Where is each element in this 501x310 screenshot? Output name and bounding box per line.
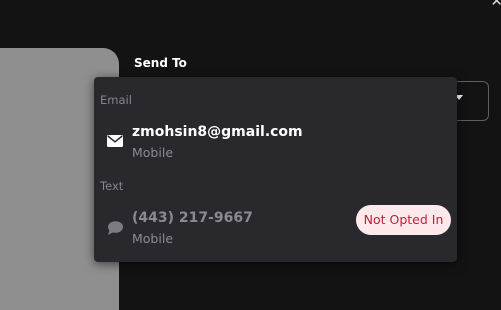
section-label-text: Text: [100, 179, 124, 193]
dropdown-option-text[interactable]: (443) 217-9667 Mobile Not Opted In: [94, 205, 457, 248]
option-phone-type: Mobile: [132, 231, 174, 246]
envelope-icon: [107, 135, 123, 147]
dropdown-option-email[interactable]: zmohsin8@gmail.com Mobile: [94, 124, 457, 162]
option-email-address: zmohsin8@gmail.com: [132, 124, 303, 140]
send-to-label: Send To: [134, 56, 187, 70]
option-email-type: Mobile: [132, 145, 174, 160]
close-icon[interactable]: ✕: [490, 0, 501, 9]
not-opted-in-badge: Not Opted In: [356, 205, 451, 235]
app-viewport: ✕ Send To Email zmohsin8@gmail.com Mobil…: [0, 0, 501, 310]
section-label-email: Email: [100, 93, 132, 107]
chat-bubble-icon: [108, 221, 123, 235]
option-phone-number: (443) 217-9667: [132, 210, 253, 226]
send-to-dropdown-menu: Email zmohsin8@gmail.com Mobile Text (44…: [94, 77, 457, 262]
